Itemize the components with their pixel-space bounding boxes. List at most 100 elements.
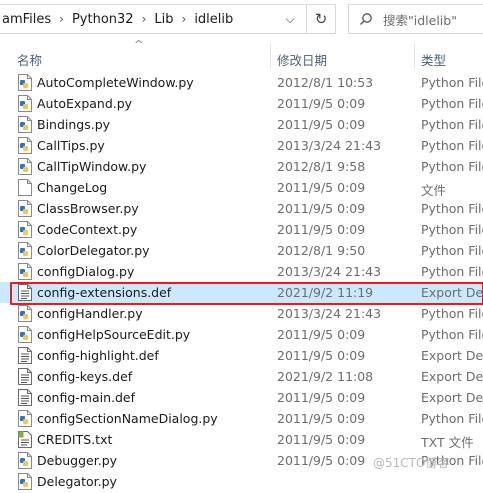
file-row[interactable]: CallTipWindow.py 2012/8/1 9:58 Python File [0,156,483,177]
file-row[interactable]: CodeContext.py 2011/9/5 0:09 Python File [0,219,483,240]
file-name: config-highlight.def [37,348,159,363]
file-row[interactable]: config-main.def 2011/9/5 0:09 Export Def [0,387,483,408]
file-name: config-extensions.def [37,285,172,300]
breadcrumb-3[interactable]: Lib [152,12,175,27]
address-bar[interactable]: amFiles › Python32 › Lib › idlelib ⌵ [0,4,336,34]
watermark: @51CTO博客 [373,456,450,470]
chevron-down-icon[interactable]: ⌵ [275,5,305,33]
python-file-icon [17,305,33,322]
column-type[interactable]: 类型 [421,50,446,69]
python-file-icon [17,473,33,490]
file-row[interactable]: ClassBrowser.py 2011/9/5 0:09 Python File [0,198,483,219]
python-file-icon [17,326,33,343]
file-date: 2011/9/5 0:09 [277,327,366,342]
file-date: 2011/9/5 0:09 [277,180,366,195]
blank-file-icon [17,179,33,196]
breadcrumb-4[interactable]: idlelib [192,12,235,27]
file-date: 2011/9/5 0:09 [277,96,366,111]
column-divider[interactable] [270,44,271,68]
text-file-icon [17,431,33,448]
file-row[interactable]: configHandler.py 2013/3/24 21:43 Python Fi… [0,303,483,324]
def-file-icon [17,368,33,385]
file-date: 2012/8/1 9:58 [277,159,366,174]
python-file-icon [17,158,33,175]
file-date: 2011/9/5 0:09 [277,348,366,363]
python-file-icon [17,263,33,280]
column-date[interactable]: 修改日期 [277,50,327,69]
file-date: 2013/3/24 21:43 [277,264,382,279]
file-date: 2021/9/2 11:08 [277,369,374,384]
file-row[interactable]: configDialog.py 2013/3/24 21:43 Python Fil… [0,261,483,282]
column-name[interactable]: 名称 [17,50,42,69]
file-name: Delegator.py [37,474,117,489]
def-file-icon [17,347,33,364]
breadcrumb-2[interactable]: Python32 [70,12,136,27]
breadcrumb-separator[interactable]: › [53,12,70,26]
file-type: Python File [421,222,483,237]
file-row[interactable]: config-keys.def 2021/9/2 11:08 Export Def [0,366,483,387]
file-date: 2013/3/24 21:43 [277,306,382,321]
file-name: configDialog.py [37,264,135,279]
def-file-icon [17,284,33,301]
file-type: Python File [421,138,483,153]
breadcrumb-separator[interactable]: › [176,12,193,26]
column-divider[interactable] [414,44,415,68]
file-date: 2011/9/5 0:09 [277,222,366,237]
file-date: 2011/9/5 0:09 [277,117,366,132]
file-name: Debugger.py [37,453,118,468]
file-date: 2011/9/5 0:09 [277,453,366,468]
file-row[interactable]: config-highlight.def 2011/9/5 0:09 Export … [0,345,483,366]
file-type: Export Def [421,348,483,363]
file-name: CallTipWindow.py [37,159,147,174]
sort-up-icon[interactable]: ^ [134,38,143,51]
file-row[interactable]: CallTips.py 2013/3/24 21:43 Python File [0,135,483,156]
file-list: AutoCompleteWindow.py 2012/8/1 10:53 Pytho… [0,72,483,492]
python-file-icon [17,452,33,469]
python-file-icon [17,200,33,217]
file-row[interactable]: configSectionNameDialog.py 2011/9/5 0:09 P… [0,408,483,429]
python-file-icon [17,116,33,133]
file-row[interactable]: ChangeLog 2011/9/5 0:09 文件 [0,177,483,198]
file-row[interactable]: Delegator.py [0,471,483,492]
file-date: 2013/3/24 21:43 [277,138,382,153]
file-row[interactable]: configHelpSourceEdit.py 2011/9/5 0:09 Pyth… [0,324,483,345]
file-type: Python File [421,117,483,132]
file-name: Bindings.py [37,117,111,132]
refresh-icon[interactable]: ↻ [306,4,336,34]
python-file-icon [17,242,33,259]
file-type: Python File [421,75,483,90]
file-type: 文件 [421,183,447,198]
file-name: AutoExpand.py [37,96,133,111]
file-type: Python File [421,201,483,216]
file-type: Python File [421,159,483,174]
file-date: 2012/8/1 10:53 [277,75,374,90]
file-row[interactable]: ColorDelegator.py 2012/8/1 9:50 Python Fil… [0,240,483,261]
python-file-icon [17,410,33,427]
file-row[interactable]: Bindings.py 2011/9/5 0:09 Python File [0,114,483,135]
breadcrumb-1[interactable]: amFiles [0,12,53,27]
breadcrumb-separator[interactable]: › [136,12,153,26]
search-icon [349,12,383,26]
file-row-selected[interactable]: config-extensions.def 2021/9/2 11:19 Expor… [0,282,483,305]
file-name: AutoCompleteWindow.py [37,75,194,90]
search-box[interactable]: 搜索"idlelib" [348,4,483,34]
file-name: ColorDelegator.py [37,243,150,258]
file-name: CodeContext.py [37,222,138,237]
file-row[interactable]: AutoExpand.py 2011/9/5 0:09 Python File [0,93,483,114]
python-file-icon [17,221,33,238]
file-type: Python File [421,96,483,111]
file-name: ChangeLog [37,180,108,195]
python-file-icon [17,137,33,154]
file-date: 2011/9/5 0:09 [277,432,366,447]
file-type: Export Def [421,285,483,300]
python-file-icon [17,74,33,91]
file-date: 2011/9/5 0:09 [277,201,366,216]
search-input[interactable]: 搜索"idlelib" [383,10,457,29]
file-date: 2012/8/1 9:50 [277,243,366,258]
file-name: config-keys.def [37,369,133,384]
file-row[interactable]: CREDITS.txt 2011/9/5 0:09 TXT 文件 [0,429,483,450]
file-row[interactable]: AutoCompleteWindow.py 2012/8/1 10:53 Pytho… [0,72,483,93]
def-file-icon [17,389,33,406]
file-date: 2011/9/5 0:09 [277,411,366,426]
file-type: Python File [421,411,483,426]
